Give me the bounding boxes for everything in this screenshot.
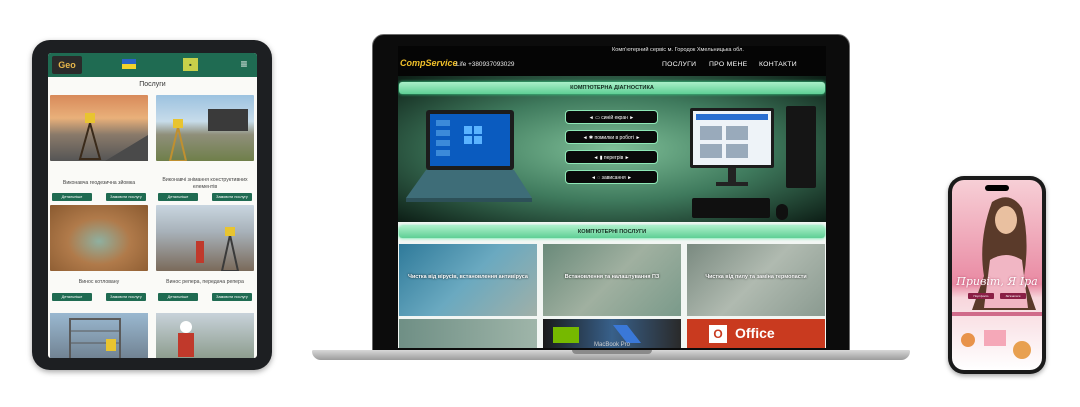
worker-icon: [178, 321, 194, 357]
tile-label: Встановлення та налаштування ПЗ: [564, 274, 660, 280]
details-button[interactable]: Детальніше: [52, 293, 92, 301]
laptop-product-icon: [406, 110, 532, 202]
phone-device: Привіт, Я Іра Портфоліо Зв'язатися: [948, 176, 1046, 374]
laptop-model-label: MacBook Pro: [593, 342, 630, 348]
survey-sunset-image: [50, 95, 148, 161]
desktop-pc-icon: [690, 106, 816, 220]
service-card: Виконавчі знімання конструктивних елемен…: [156, 95, 254, 201]
laptop-screen: CompService Комп'ютерний сервіс м. Город…: [398, 46, 826, 348]
details-button[interactable]: Детальніше: [52, 193, 92, 201]
tripod-icon: [78, 113, 148, 161]
card-caption: Винос котловану: [78, 279, 120, 285]
order-button[interactable]: Замовити послугу: [212, 293, 252, 301]
services-banner: КОМП'ЮТЕРНІ ПОСЛУГИ: [399, 226, 825, 238]
details-button[interactable]: Детальніше: [158, 293, 198, 301]
construction-survey-image: [156, 95, 254, 162]
tripod-icon: [168, 109, 248, 162]
details-button[interactable]: Детальніше: [158, 193, 198, 201]
dynamic-island: [985, 185, 1009, 191]
office-icon: O: [709, 325, 727, 343]
office-logo-text: Office: [735, 325, 775, 341]
card-caption: Виконавчі знімання конструктивних елемен…: [162, 177, 248, 190]
laptop-hinge-notch: [572, 350, 652, 354]
partner-badge-icon: ■: [183, 58, 198, 71]
building-frame-icon: [69, 318, 121, 358]
tile-label: Чистка від вірусів, встановлення антивір…: [408, 274, 528, 280]
site-header: CompService Комп'ютерний сервіс м. Город…: [398, 46, 826, 76]
tablet-section-title: Послуги: [139, 81, 166, 88]
nav-about[interactable]: ПРО МЕНЕ: [709, 61, 747, 68]
nav-contacts[interactable]: КОНТАКТИ: [759, 61, 797, 68]
tripod-icon: [196, 227, 240, 272]
nav-services[interactable]: ПОСЛУГИ: [662, 61, 696, 68]
site-phone[interactable]: Life +380937093029: [456, 61, 514, 68]
tablet-device: Geo ■ ≡ Послуги Виконавча геодезична зйо…: [32, 40, 272, 370]
building-image: [50, 313, 148, 358]
tablet-header: Geo ■ ≡: [48, 53, 257, 77]
service-card: Виконавча геодезична зйомка Детальніше З…: [50, 95, 148, 201]
service-tile-software[interactable]: Встановлення та налаштування ПЗ: [543, 244, 681, 316]
site-logo[interactable]: CompService: [400, 56, 458, 70]
option-blue-screen[interactable]: ◄ ▭ синій екран ►: [565, 110, 658, 124]
service-tile-cleaning[interactable]: Чистка від пилу та заміна термопасти: [687, 244, 825, 316]
option-freeze[interactable]: ◄ ◌ зависання ►: [565, 170, 658, 184]
option-label: перегрів: [603, 155, 624, 161]
hamburger-menu-icon[interactable]: ≡: [238, 58, 250, 70]
site-tagline: Комп'ютерний сервіс м. Городок Хмельниць…: [612, 47, 744, 53]
diagnostics-banner: КОМП'ЮТЕРНА ДІАГНОСТИКА: [399, 82, 825, 94]
option-overheat[interactable]: ◄ ▮ перегрів ►: [565, 150, 658, 164]
service-tile-antivirus[interactable]: Чистка від вірусів, встановлення антивір…: [399, 244, 537, 316]
benchmark-survey-image: [156, 205, 254, 272]
tablet-screen: Geo ■ ≡ Послуги Виконавча геодезична зйо…: [48, 53, 257, 358]
phone-screen: Привіт, Я Іра Портфоліо Зв'язатися: [952, 180, 1042, 370]
option-label: зависання: [601, 175, 626, 181]
contact-button[interactable]: Зв'язатися: [1000, 293, 1026, 299]
option-errors[interactable]: ◄ ✱ помилки в роботі ►: [565, 130, 658, 144]
services-section: КОМП'ЮТЕРНІ ПОСЛУГИ Чистка від вірусів, …: [398, 222, 826, 348]
option-label: синій екран: [601, 115, 628, 121]
service-tile-office[interactable]: Office O: [687, 319, 825, 348]
option-label: помилки в роботі: [594, 135, 635, 141]
geo-logo[interactable]: Geo: [52, 56, 82, 74]
service-card: Винос репера, передача репера Детальніше…: [156, 205, 254, 301]
tile-label: Чистка від пилу та заміна термопасти: [705, 274, 807, 280]
phone-hero-title: Привіт, Я Іра: [956, 275, 1038, 288]
service-card: Винос котловану Детальніше Замовити посл…: [50, 205, 148, 301]
card-caption: Виконавча геодезична зйомка: [62, 180, 136, 186]
order-button[interactable]: Замовити послугу: [212, 193, 252, 201]
diagnostics-section: КОМП'ЮТЕРНА ДІАГНОСТИКА ◄ ▭ синій екран …: [398, 76, 826, 222]
order-button[interactable]: Замовити послугу: [106, 293, 146, 301]
warehouse-image: [156, 313, 254, 358]
order-button[interactable]: Замовити послугу: [106, 193, 146, 201]
card-caption: Винос репера, передача репера: [166, 279, 244, 285]
service-tile-lower[interactable]: [399, 319, 537, 348]
excavation-image: [50, 205, 148, 271]
portfolio-button[interactable]: Портфоліо: [968, 293, 994, 299]
ukraine-flag-icon: [122, 59, 136, 69]
